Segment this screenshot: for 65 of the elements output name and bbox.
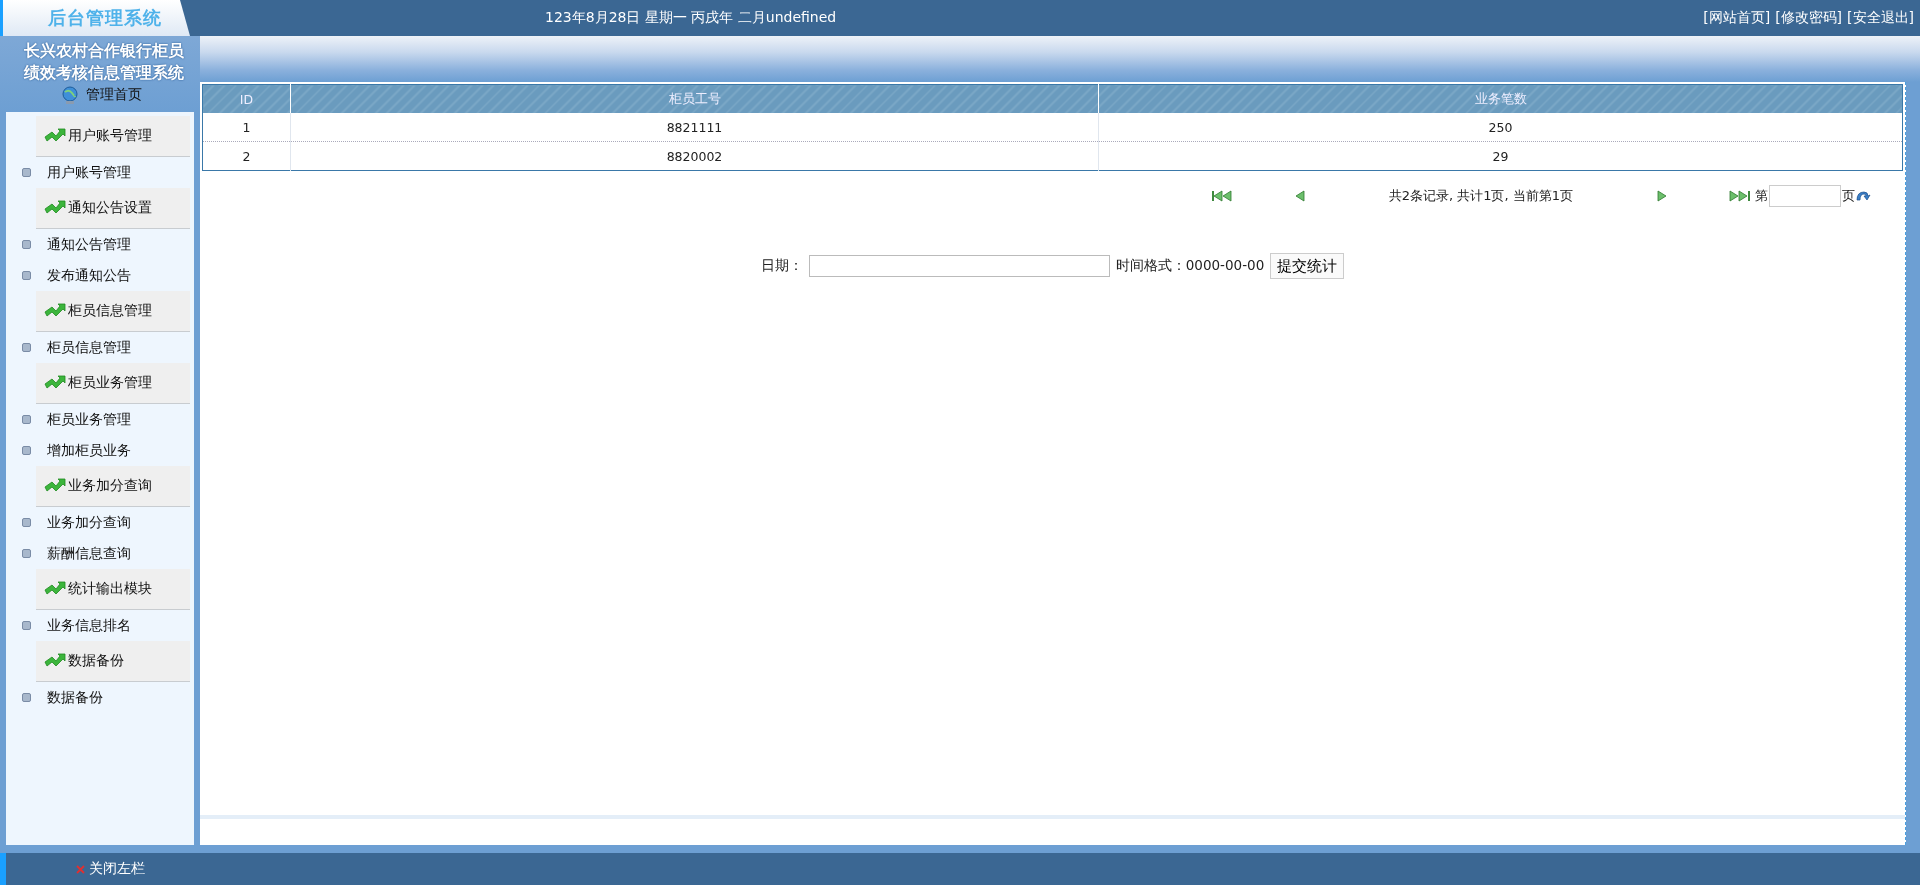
bullet-icon (22, 343, 31, 352)
first-page-icon[interactable] (1210, 190, 1233, 202)
bullet-icon (22, 518, 31, 527)
date-text: 123年8月28日 星期一 丙戌年 二月undefined (545, 9, 838, 27)
page-input[interactable] (1769, 185, 1841, 207)
menu-item[interactable]: 柜员信息管理 (47, 338, 131, 357)
refresh-icon[interactable] (1855, 189, 1871, 203)
bullet-icon (22, 240, 31, 249)
column-header: 业务笔数 (1098, 84, 1903, 113)
bullet-icon (22, 621, 31, 630)
arrow-icon (44, 478, 66, 494)
menu-item[interactable]: 业务信息排名 (47, 616, 131, 635)
close-icon (76, 864, 85, 874)
menu-group-header[interactable]: 统计输出模块 (36, 569, 190, 610)
table-cell: 8821111 (290, 113, 1099, 142)
arrow-icon (44, 128, 66, 144)
record-summary: 共2条记录, 共计1页, 当前第1页 (1388, 187, 1573, 205)
home-link[interactable]: 管理首页 (86, 86, 142, 104)
header-link[interactable]: [安全退出] (1847, 9, 1914, 27)
table-cell: 1 (202, 113, 291, 142)
menu-item[interactable]: 增加柜员业务 (47, 441, 131, 460)
table-cell: 2 (202, 141, 291, 171)
page-label: 页 (1842, 187, 1855, 205)
bullet-icon (22, 271, 31, 280)
date-label: 日期： (760, 257, 803, 275)
arrow-icon (44, 303, 66, 319)
last-page-icon[interactable] (1729, 190, 1751, 202)
app-logo: 后台管理系统 (0, 0, 190, 36)
arrow-icon (44, 581, 66, 597)
date-input[interactable] (808, 255, 1110, 277)
menu-group-header[interactable]: 用户账号管理 (36, 116, 190, 157)
bullet-icon (22, 168, 31, 177)
menu-group-header[interactable]: 数据备份 (36, 641, 190, 682)
menu-group-header[interactable]: 业务加分查询 (36, 466, 190, 507)
bullet-icon (22, 693, 31, 702)
menu-item[interactable]: 业务加分查询 (47, 513, 131, 532)
menu-group-header[interactable]: 柜员业务管理 (36, 363, 190, 404)
column-header: 柜员工号 (290, 84, 1099, 113)
header-link[interactable]: [修改密码] (1775, 9, 1843, 27)
menu-item[interactable]: 柜员业务管理 (47, 410, 131, 429)
bullet-icon (22, 415, 31, 424)
system-title: 长兴农村合作银行柜员 (24, 41, 185, 62)
menu-group-header[interactable]: 柜员信息管理 (36, 291, 190, 332)
menu-item[interactable]: 薪酬信息查询 (47, 544, 131, 563)
bullet-icon (22, 549, 31, 558)
column-header: ID (202, 84, 291, 113)
menu-item[interactable]: 数据备份 (47, 688, 103, 707)
close-sidebar-link[interactable]: 关闭左栏 (89, 860, 145, 878)
table-cell: 8820002 (290, 141, 1099, 171)
format-hint: 时间格式：0000-00-00 (1115, 257, 1265, 275)
header-link[interactable]: [网站首页] (1703, 9, 1771, 27)
table-cell: 29 (1098, 141, 1903, 171)
submit-button[interactable]: 提交统计 (1270, 253, 1345, 279)
bullet-icon (22, 446, 31, 455)
system-title: 绩效考核信息管理系统 (24, 63, 185, 84)
arrow-icon (44, 375, 66, 391)
table-cell: 250 (1098, 113, 1903, 142)
menu-item[interactable]: 发布通知公告 (47, 266, 131, 285)
arrow-icon (44, 200, 66, 216)
arrow-icon (44, 653, 66, 669)
globe-icon (60, 85, 80, 105)
menu-group-header[interactable]: 通知公告设置 (36, 188, 190, 229)
page-label: 第 (1755, 187, 1768, 205)
menu-item[interactable]: 通知公告管理 (47, 235, 131, 254)
menu-item[interactable]: 用户账号管理 (47, 163, 131, 182)
